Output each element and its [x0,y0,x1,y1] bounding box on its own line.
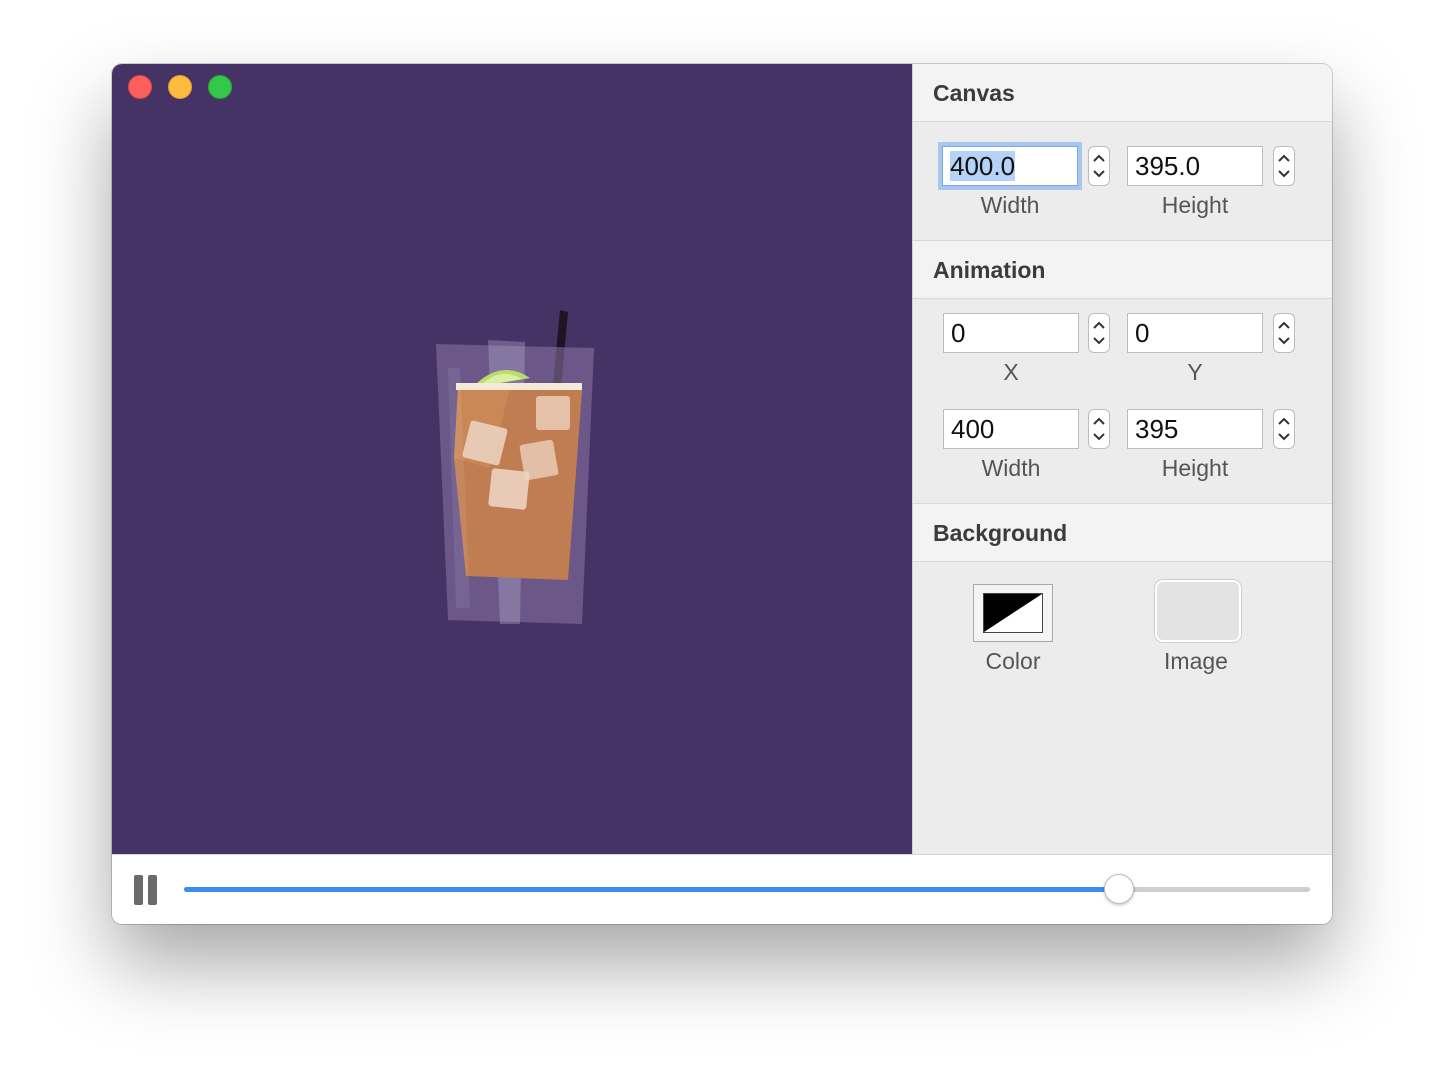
canvas-width-value: 400.0 [950,151,1016,181]
animation-x-stepper[interactable] [1088,313,1110,353]
animation-height-stepper[interactable] [1273,409,1295,449]
close-window-button[interactable] [128,75,152,99]
animation-section-header: Animation [913,241,1332,299]
animation-section-title: Animation [933,257,1046,283]
animation-x-label: X [1003,359,1019,385]
animation-height-field[interactable]: 395 [1127,409,1263,449]
animation-y-value: 0 [1135,318,1150,348]
timeline-knob[interactable] [1103,874,1134,904]
color-swatch-icon [983,593,1043,633]
pause-button[interactable] [134,875,160,905]
stepper-arrows-icon [1278,321,1290,345]
canvas-width-label: Width [980,192,1040,218]
canvas-section-title: Canvas [933,80,1015,106]
stepper-arrows-icon [1093,417,1105,441]
stepper-arrows-icon [1278,417,1290,441]
playback-bar [112,854,1332,924]
animation-x-value: 0 [951,318,966,348]
drink-illustration [436,310,594,624]
canvas-height-stepper[interactable] [1273,146,1295,186]
minimize-window-button[interactable] [168,75,192,99]
pause-icon [134,875,143,905]
canvas-section-header: Canvas [913,64,1332,122]
animation-width-value: 400 [951,414,995,444]
background-color-label: Color [985,648,1041,674]
timeline-slider[interactable] [184,887,1310,892]
background-section-header: Background [913,504,1332,562]
zoom-window-button[interactable] [208,75,232,99]
background-image-label: Image [1164,648,1228,674]
animation-y-label: Y [1187,359,1203,385]
animation-y-stepper[interactable] [1273,313,1295,353]
canvas-height-label: Height [1161,192,1229,218]
background-section-title: Background [933,520,1068,546]
canvas-height-field[interactable]: 395.0 [1127,146,1263,186]
stepper-arrows-icon [1278,154,1290,178]
timeline-progress [184,887,1119,892]
canvas-width-field[interactable]: 400.0 [942,146,1078,186]
canvas-height-value: 395.0 [1135,151,1201,181]
background-color-well[interactable] [973,584,1053,642]
preview-canvas[interactable] [112,64,912,854]
animation-x-field[interactable]: 0 [943,313,1079,353]
app-window: Canvas 400.0 Width 395.0 Height Animatio… [112,64,1332,924]
animation-width-stepper[interactable] [1088,409,1110,449]
animation-height-value: 395 [1135,414,1179,444]
inspector-panel: Canvas 400.0 Width 395.0 Height Animatio… [912,64,1332,854]
canvas-width-stepper[interactable] [1088,146,1110,186]
background-image-well[interactable] [1155,580,1241,642]
stepper-arrows-icon [1093,321,1105,345]
animation-width-label: Width [981,455,1041,481]
animation-height-label: Height [1161,455,1229,481]
stepper-arrows-icon [1093,154,1105,178]
animation-y-field[interactable]: 0 [1127,313,1263,353]
animation-width-field[interactable]: 400 [943,409,1079,449]
